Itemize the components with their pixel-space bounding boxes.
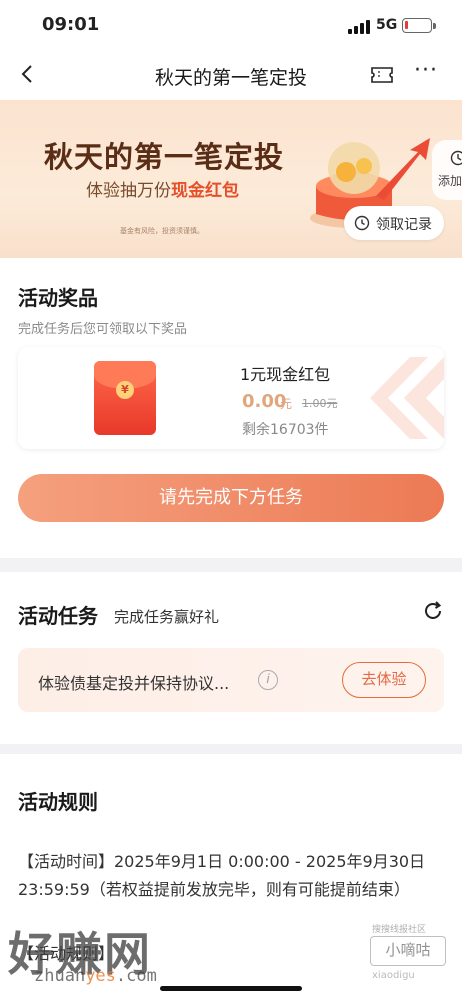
prize-remaining: 剩余16703件 [242,422,329,438]
network-label: 5G [376,17,398,33]
task-section: 活动任务 完成任务赢好礼 体验债基定投并保持协议... i 去体验 [0,572,462,744]
status-bar: 09:01 5G [0,0,462,50]
task-section-subtitle: 完成任务赢好礼 [114,608,220,626]
add-label[interactable]: 添加 [438,172,462,189]
prize-section-title: 活动奖品 [18,286,98,310]
watermark-url: zhuanyes.com [34,966,157,986]
history-icon [354,215,370,231]
banner-subtitle-text: 体验抽万份 [86,181,171,201]
add-shortcut-pill[interactable] [432,140,462,200]
go-experience-button[interactable]: 去体验 [342,662,426,698]
risk-note: 基金有风险，投资须谨慎。 [120,227,204,235]
watermark-badge: 小嘀咕 [370,936,446,966]
prize-card: ¥ 1元现金红包 0.00 元 1.00元 剩余16703件 [18,347,444,449]
ticket-icon[interactable] [370,65,394,85]
battery-tip [433,23,436,29]
battery-icon [402,18,432,33]
rules-body: 【活动时间】2025年9月1日 0:00:00 - 2025年9月30日23:5… [18,852,426,899]
signal-icon [348,20,370,34]
prize-name: 1元现金红包 [240,365,331,384]
watermark-badge-bottom: xiaodigu [372,970,415,981]
complete-task-first-button[interactable]: 请先完成下方任务 [18,474,444,522]
clock-icon [450,150,462,166]
prize-unit: 元 [280,397,293,411]
home-indicator[interactable] [160,986,302,991]
nav-bar: 秋天的第一笔定投 ··· [0,50,462,100]
task-card: 体验债基定投并保持协议... i 去体验 [18,648,444,712]
more-icon[interactable]: ··· [414,58,438,83]
watermark-url-b: yes [85,966,116,986]
banner-title: 秋天的第一笔定投 [44,140,285,174]
watermark-badge-top: 搜搜线报社区 [372,925,427,935]
rules-section-title: 活动规则 [18,790,98,814]
chevron-decoration-icon [370,357,444,439]
watermark-url-a: zhuan [34,966,86,986]
prize-section: 活动奖品 完成任务后您可领取以下奖品 ¥ 1元现金红包 0.00 元 1.00元… [0,258,462,558]
activity-banner: 秋天的第一笔定投 体验抽万份现金红包 基金有风险，投资须谨慎。 添加 领取记录 [0,100,462,258]
prize-original-price: 1.00元 [302,397,338,410]
banner-subtitle-highlight: 现金红包 [171,181,239,201]
banner-subtitle: 体验抽万份现金红包 [86,176,239,201]
info-icon[interactable]: i [258,670,278,690]
task-text: 体验债基定投并保持协议... [38,674,230,693]
refresh-icon[interactable] [422,600,444,622]
status-time: 09:01 [42,14,100,35]
claim-record-button[interactable]: 领取记录 [344,206,444,240]
task-section-title: 活动任务 [18,604,98,628]
claim-record-label: 领取记录 [376,217,432,233]
watermark-url-c: .com [115,966,157,986]
prize-section-subtitle: 完成任务后您可领取以下奖品 [18,322,188,337]
red-envelope-icon: ¥ [94,361,156,435]
